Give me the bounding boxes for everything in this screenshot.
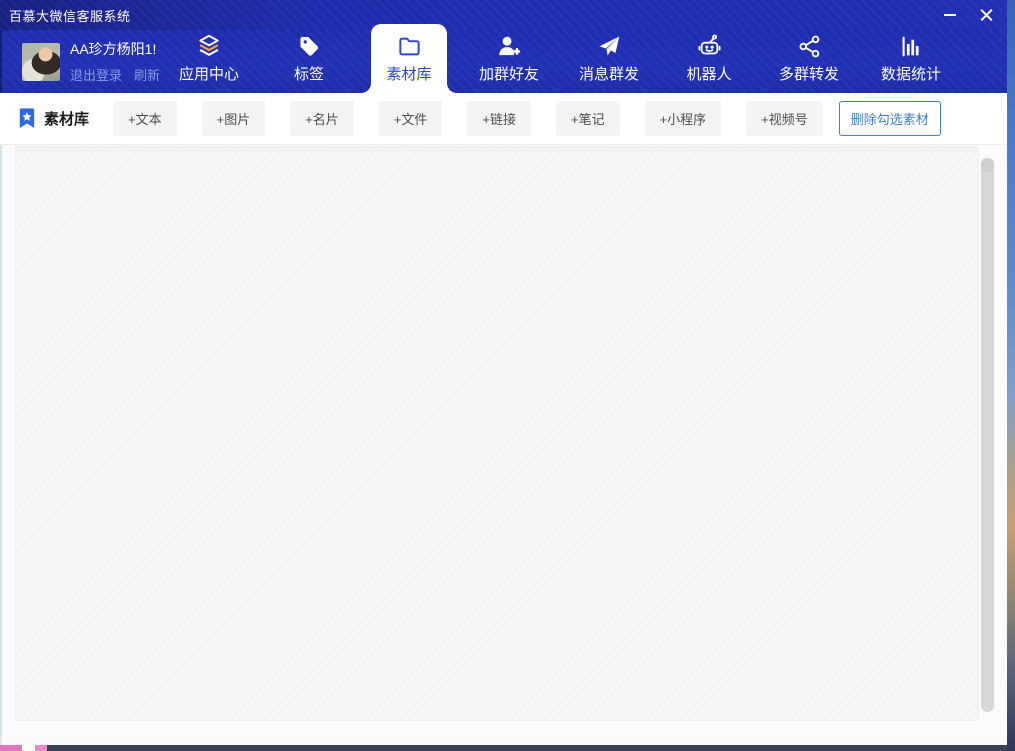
add-image-button[interactable]: +图片 [202, 101, 266, 136]
app-window: 百慕大微信客服系统 AA珍方杨阳1! 退出登录 刷新 [0, 0, 1015, 751]
materials-content-area [0, 145, 1007, 737]
robot-icon [696, 32, 723, 60]
tab-label: 应用中心 [179, 63, 239, 84]
close-button[interactable] [975, 4, 997, 26]
materials-empty-panel [15, 146, 979, 721]
logout-link[interactable]: 退出登录 [70, 65, 122, 84]
layers-icon [196, 32, 222, 60]
user-name: AA珍方杨阳1! [70, 39, 159, 59]
add-material-buttons: +文本 +图片 +名片 +文件 +链接 +笔记 +小程序 +视频号 [113, 101, 823, 136]
tab-add-group-friend[interactable]: 加群好友 [459, 30, 559, 93]
person-plus-icon [496, 32, 522, 60]
vertical-scrollbar[interactable] [981, 158, 994, 712]
refresh-link[interactable]: 刷新 [134, 65, 159, 84]
taskbar-accent-notch [22, 745, 35, 751]
minimize-button[interactable] [939, 4, 961, 26]
tab-statistics[interactable]: 数据统计 [859, 30, 963, 93]
tab-label: 标签 [294, 63, 324, 84]
paper-plane-icon [596, 32, 622, 60]
user-block: AA珍方杨阳1! 退出登录 刷新 [22, 30, 159, 93]
window-controls [939, 4, 997, 26]
tab-label: 多群转发 [779, 63, 839, 84]
add-miniprogram-button[interactable]: +小程序 [645, 101, 722, 136]
add-file-button[interactable]: +文件 [379, 101, 443, 136]
tab-label: 素材库 [386, 63, 431, 84]
window-title: 百慕大微信客服系统 [9, 6, 131, 25]
tab-robot[interactable]: 机器人 [659, 30, 759, 93]
desktop-wallpaper-edge [1007, 0, 1015, 751]
share-nodes-icon [797, 32, 822, 60]
user-meta: AA珍方杨阳1! 退出登录 刷新 [70, 39, 159, 84]
nav-items: 应用中心 标签 [159, 30, 963, 93]
tag-icon [297, 32, 321, 60]
titlebar: 百慕大微信客服系统 [0, 0, 1007, 30]
add-text-button[interactable]: +文本 [113, 101, 177, 136]
bottom-gutter [0, 737, 1007, 745]
add-card-button[interactable]: +名片 [290, 101, 354, 136]
tab-multi-forward[interactable]: 多群转发 [759, 30, 859, 93]
minimize-icon [944, 14, 956, 16]
tab-app-center[interactable]: 应用中心 [159, 30, 259, 93]
bottom-edge-bar [0, 745, 1007, 751]
main-navbar: AA珍方杨阳1! 退出登录 刷新 [0, 30, 1007, 93]
tab-label: 机器人 [686, 63, 731, 84]
tab-tags[interactable]: 标签 [259, 30, 359, 93]
add-note-button[interactable]: +笔记 [556, 101, 620, 136]
bar-chart-icon [899, 32, 924, 60]
add-link-button[interactable]: +链接 [467, 101, 531, 136]
taskbar-accent-pink-2 [35, 745, 47, 751]
materials-toolbar: 素材库 +文本 +图片 +名片 +文件 +链接 +笔记 +小程序 +视频号 删除… [0, 93, 1007, 145]
wechat-crm-window: 百慕大微信客服系统 AA珍方杨阳1! 退出登录 刷新 [0, 0, 1007, 751]
tab-broadcast[interactable]: 消息群发 [559, 30, 659, 93]
tab-label: 加群好友 [479, 63, 539, 84]
avatar[interactable] [22, 43, 60, 81]
folder-icon [397, 32, 422, 60]
tab-label: 消息群发 [579, 63, 639, 84]
bookmark-star-icon [18, 108, 36, 129]
section-title: 素材库 [44, 108, 89, 129]
close-icon [980, 9, 993, 22]
delete-selected-button[interactable]: 删除勾选素材 [839, 101, 941, 136]
tab-label: 数据统计 [881, 63, 941, 84]
add-video-channel-button[interactable]: +视频号 [746, 101, 823, 136]
tab-materials[interactable]: 素材库 [359, 30, 459, 93]
taskbar-accent-pink [0, 745, 22, 751]
